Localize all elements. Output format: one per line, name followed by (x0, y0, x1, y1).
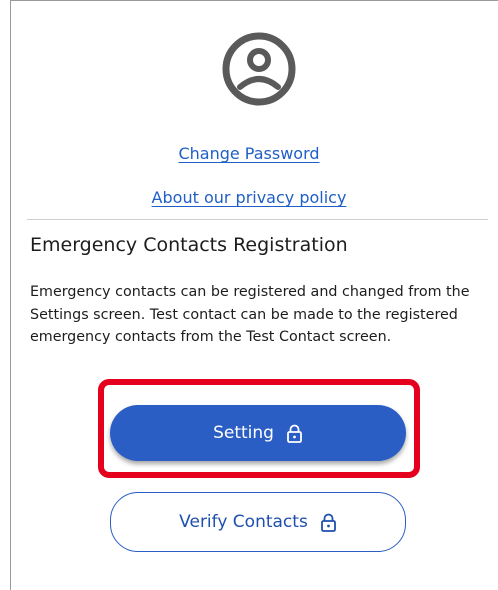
section-title: Emergency Contacts Registration (30, 234, 348, 256)
verify-contacts-button-label: Verify Contacts (179, 512, 308, 532)
verify-contacts-button[interactable]: Verify Contacts (110, 492, 406, 552)
lock-icon (287, 424, 302, 443)
setting-button-label: Setting (213, 423, 274, 443)
setting-button[interactable]: Setting (110, 405, 406, 461)
divider (27, 219, 488, 220)
lock-icon (320, 513, 336, 532)
section-description: Emergency contacts can be registered and… (30, 284, 470, 346)
change-password-link[interactable]: Change Password (0, 144, 498, 163)
user-circle-icon (222, 32, 296, 106)
privacy-policy-link[interactable]: About our privacy policy (0, 188, 498, 207)
